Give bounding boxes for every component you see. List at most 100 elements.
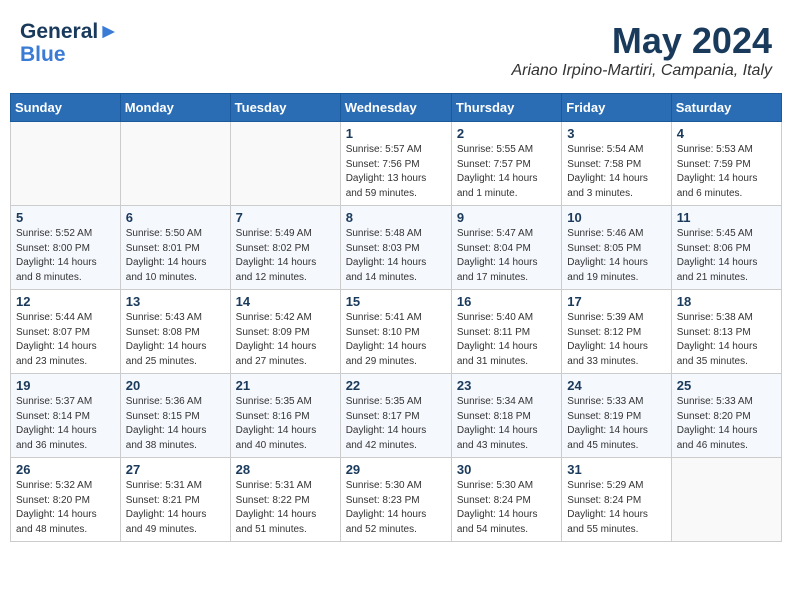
day-number: 2 [457,126,556,141]
calendar-week-row: 1Sunrise: 5:57 AM Sunset: 7:56 PM Daylig… [11,122,782,206]
calendar-cell: 16Sunrise: 5:40 AM Sunset: 8:11 PM Dayli… [451,290,561,374]
calendar-cell: 17 Sunrise: 5:39 AM Sunset: 8:12 PM Dayli… [562,290,671,374]
day-number: 31 [567,462,665,477]
day-info: Sunrise: 5:50 AM Sunset: 8:01 PM Dayligh… [126,227,225,285]
day-info: Sunrise: 5:31 AM Sunset: 8:21 PM Dayligh… [126,479,225,537]
day-number: 23 [457,378,556,393]
day-number: 10 [567,210,665,225]
logo-text: General► [20,20,119,43]
day-info: Sunrise: 5:54 AM Sunset: 7:58 PM Dayligh… [567,143,665,201]
calendar-cell: 6 Sunrise: 5:50 AM Sunset: 8:01 PM Daylig… [120,206,230,290]
day-info: Sunrise: 5:53 AM Sunset: 7:59 PM Dayligh… [677,143,776,201]
day-number: 22 [346,378,446,393]
day-number: 14 [236,294,335,309]
day-number: 17 [567,294,665,309]
day-info: Sunrise: 5:35 AM Sunset: 8:17 PM Dayligh… [346,395,446,453]
day-number: 6 [126,210,225,225]
day-info: Sunrise: 5:38 AM Sunset: 8:13 PM Dayligh… [677,311,776,369]
day-number: 4 [677,126,776,141]
calendar-cell: 3 Sunrise: 5:54 AM Sunset: 7:58 PM Daylig… [562,122,671,206]
calendar-cell [671,458,781,542]
day-info: Sunrise: 5:32 AM Sunset: 8:20 PM Dayligh… [16,479,115,537]
day-number: 15 [346,294,446,309]
calendar-cell: 7 Sunrise: 5:49 AM Sunset: 8:02 PM Daylig… [230,206,340,290]
calendar-cell: 1Sunrise: 5:57 AM Sunset: 7:56 PM Daylig… [340,122,451,206]
calendar-cell [120,122,230,206]
calendar-cell: 29 Sunrise: 5:30 AM Sunset: 8:23 PM Dayli… [340,458,451,542]
calendar-week-row: 26 Sunrise: 5:32 AM Sunset: 8:20 PM Dayli… [11,458,782,542]
day-info: Sunrise: 5:49 AM Sunset: 8:02 PM Dayligh… [236,227,335,285]
calendar-cell: 10 Sunrise: 5:46 AM Sunset: 8:05 PM Dayli… [562,206,671,290]
calendar-cell [11,122,121,206]
logo: General► Blue [20,20,119,66]
day-info: Sunrise: 5:35 AM Sunset: 8:16 PM Dayligh… [236,395,335,453]
day-info: Sunrise: 5:43 AM Sunset: 8:08 PM Dayligh… [126,311,225,369]
month-year-title: May 2024 [511,20,772,62]
calendar-cell: 26 Sunrise: 5:32 AM Sunset: 8:20 PM Dayli… [11,458,121,542]
day-info: Sunrise: 5:52 AM Sunset: 8:00 PM Dayligh… [16,227,115,285]
weekday-header-row: SundayMondayTuesdayWednesdayThursdayFrid… [11,94,782,122]
weekday-header-wednesday: Wednesday [340,94,451,122]
day-info: Sunrise: 5:57 AM Sunset: 7:56 PM Dayligh… [346,143,446,201]
day-number: 19 [16,378,115,393]
calendar-cell: 28Sunrise: 5:31 AM Sunset: 8:22 PM Dayli… [230,458,340,542]
day-info: Sunrise: 5:48 AM Sunset: 8:03 PM Dayligh… [346,227,446,285]
day-info: Sunrise: 5:31 AM Sunset: 8:22 PM Dayligh… [236,479,335,537]
day-number: 8 [346,210,446,225]
calendar-cell: 15 Sunrise: 5:41 AM Sunset: 8:10 PM Dayli… [340,290,451,374]
weekday-header-friday: Friday [562,94,671,122]
calendar-week-row: 12 Sunrise: 5:44 AM Sunset: 8:07 PM Dayli… [11,290,782,374]
calendar-cell: 18Sunrise: 5:38 AM Sunset: 8:13 PM Dayli… [671,290,781,374]
calendar-cell: 8 Sunrise: 5:48 AM Sunset: 8:03 PM Daylig… [340,206,451,290]
day-number: 26 [16,462,115,477]
day-info: Sunrise: 5:45 AM Sunset: 8:06 PM Dayligh… [677,227,776,285]
day-number: 27 [126,462,225,477]
day-info: Sunrise: 5:33 AM Sunset: 8:19 PM Dayligh… [567,395,665,453]
location-subtitle: Ariano Irpino-Martiri, Campania, Italy [511,62,772,80]
weekday-header-monday: Monday [120,94,230,122]
calendar-cell: 25Sunrise: 5:33 AM Sunset: 8:20 PM Dayli… [671,374,781,458]
day-number: 7 [236,210,335,225]
weekday-header-thursday: Thursday [451,94,561,122]
calendar-cell: 14 Sunrise: 5:42 AM Sunset: 8:09 PM Dayli… [230,290,340,374]
day-number: 3 [567,126,665,141]
calendar-cell: 12 Sunrise: 5:44 AM Sunset: 8:07 PM Dayli… [11,290,121,374]
weekday-header-saturday: Saturday [671,94,781,122]
calendar-cell: 2Sunrise: 5:55 AM Sunset: 7:57 PM Daylig… [451,122,561,206]
day-info: Sunrise: 5:30 AM Sunset: 8:24 PM Dayligh… [457,479,556,537]
day-info: Sunrise: 5:44 AM Sunset: 8:07 PM Dayligh… [16,311,115,369]
calendar-cell: 13 Sunrise: 5:43 AM Sunset: 8:08 PM Dayli… [120,290,230,374]
calendar-cell: 22 Sunrise: 5:35 AM Sunset: 8:17 PM Dayli… [340,374,451,458]
calendar-cell: 20Sunrise: 5:36 AM Sunset: 8:15 PM Dayli… [120,374,230,458]
calendar-week-row: 19 Sunrise: 5:37 AM Sunset: 8:14 PM Dayli… [11,374,782,458]
calendar-cell: 21Sunrise: 5:35 AM Sunset: 8:16 PM Dayli… [230,374,340,458]
day-info: Sunrise: 5:29 AM Sunset: 8:24 PM Dayligh… [567,479,665,537]
day-number: 25 [677,378,776,393]
day-info: Sunrise: 5:30 AM Sunset: 8:23 PM Dayligh… [346,479,446,537]
day-info: Sunrise: 5:46 AM Sunset: 8:05 PM Dayligh… [567,227,665,285]
weekday-header-sunday: Sunday [11,94,121,122]
day-info: Sunrise: 5:37 AM Sunset: 8:14 PM Dayligh… [16,395,115,453]
day-number: 24 [567,378,665,393]
day-info: Sunrise: 5:47 AM Sunset: 8:04 PM Dayligh… [457,227,556,285]
page-header: General► Blue May 2024 Ariano Irpino-Mar… [10,10,782,85]
day-number: 29 [346,462,446,477]
weekday-header-tuesday: Tuesday [230,94,340,122]
day-number: 12 [16,294,115,309]
logo-subtext: Blue [20,43,119,66]
calendar-cell [230,122,340,206]
calendar-cell: 5Sunrise: 5:52 AM Sunset: 8:00 PM Daylig… [11,206,121,290]
day-number: 13 [126,294,225,309]
day-info: Sunrise: 5:41 AM Sunset: 8:10 PM Dayligh… [346,311,446,369]
calendar-cell: 9 Sunrise: 5:47 AM Sunset: 8:04 PM Daylig… [451,206,561,290]
day-info: Sunrise: 5:34 AM Sunset: 8:18 PM Dayligh… [457,395,556,453]
day-info: Sunrise: 5:42 AM Sunset: 8:09 PM Dayligh… [236,311,335,369]
day-number: 11 [677,210,776,225]
day-info: Sunrise: 5:40 AM Sunset: 8:11 PM Dayligh… [457,311,556,369]
title-section: May 2024 Ariano Irpino-Martiri, Campania… [511,20,772,80]
day-number: 30 [457,462,556,477]
calendar-cell: 23 Sunrise: 5:34 AM Sunset: 8:18 PM Dayli… [451,374,561,458]
day-info: Sunrise: 5:39 AM Sunset: 8:12 PM Dayligh… [567,311,665,369]
day-number: 9 [457,210,556,225]
calendar-cell: 4 Sunrise: 5:53 AM Sunset: 7:59 PM Daylig… [671,122,781,206]
